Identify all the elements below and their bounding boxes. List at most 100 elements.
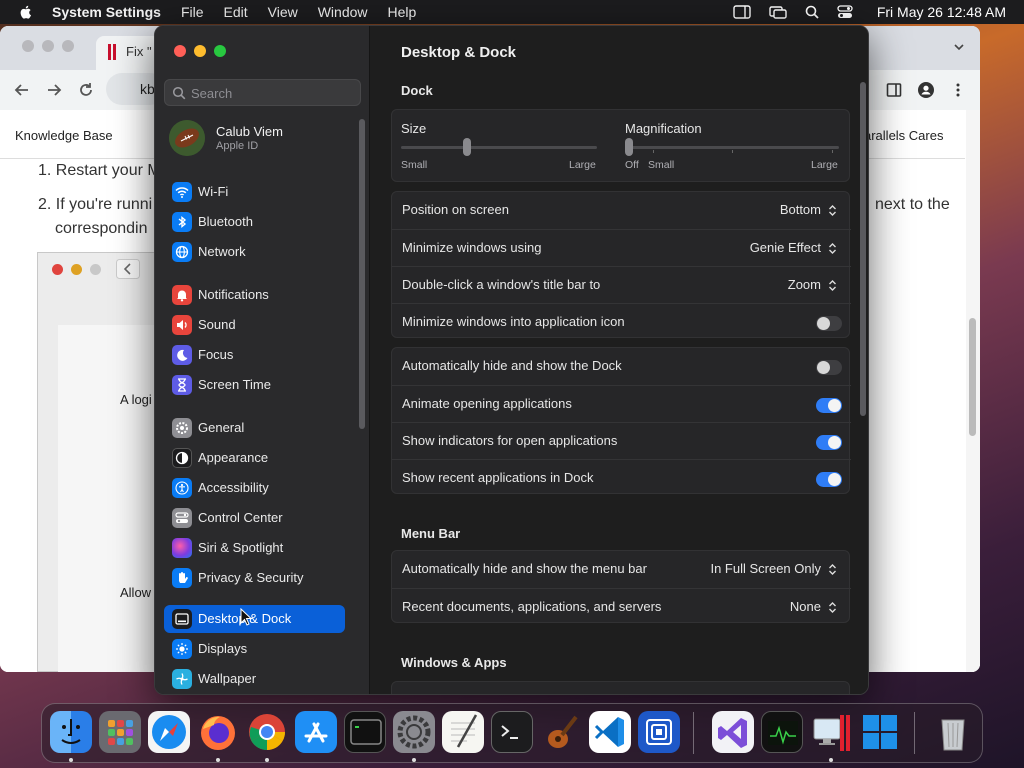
search-field[interactable] <box>164 79 361 106</box>
sidebar-item-notifications[interactable]: Notifications <box>164 281 345 309</box>
show-indicators-row[interactable]: Show indicators for open applications <box>392 422 851 459</box>
show-recent-apps-toggle[interactable] <box>816 472 842 487</box>
trash-icon[interactable] <box>932 711 974 753</box>
position-on-screen-row[interactable]: Position on screen Bottom <box>392 192 851 229</box>
sidebar-item-bluetooth[interactable]: Bluetooth <box>164 208 345 236</box>
minimize-into-app-icon-row[interactable]: Minimize windows into application icon <box>392 303 851 340</box>
sidebar-item-desktop-dock[interactable]: Desktop & Dock <box>164 605 345 633</box>
apple-id-account[interactable]: Calub Viem Apple ID <box>169 120 359 164</box>
search-input[interactable] <box>191 84 351 102</box>
more-menu-icon[interactable] <box>950 82 966 98</box>
sidebar-item-network[interactable]: Network <box>164 238 345 266</box>
sidebar-item-siri-spotlight[interactable]: Siri & Spotlight <box>164 534 345 562</box>
nav-parallels-cares-link[interactable]: arallels Cares <box>864 128 943 143</box>
sidebar-scrollbar[interactable] <box>359 119 365 429</box>
apple-logo-icon[interactable] <box>18 4 34 20</box>
sidebar-item-wifi[interactable]: Wi-Fi <box>164 178 345 206</box>
firefox-app-icon[interactable] <box>197 711 239 753</box>
textedit-app-icon[interactable] <box>442 711 484 753</box>
auto-hide-dock-toggle[interactable] <box>816 360 842 375</box>
sidebar-item-privacy-security[interactable]: Privacy & Security <box>164 564 345 592</box>
windows-app-icon[interactable] <box>859 711 901 753</box>
popup-value[interactable]: Zoom <box>788 277 821 292</box>
safari-app-icon[interactable] <box>148 711 190 753</box>
menu-window[interactable]: Window <box>318 4 368 20</box>
menu-file[interactable]: File <box>181 4 204 20</box>
browser-zoom-button[interactable] <box>62 40 74 52</box>
reload-icon[interactable] <box>78 82 94 98</box>
profile-icon[interactable] <box>918 82 934 98</box>
screen-mirroring-icon[interactable] <box>769 5 787 19</box>
sidebar-item-label: Network <box>198 244 246 259</box>
animate-opening-row[interactable]: Animate opening applications <box>392 385 851 422</box>
sidebar-item-control-center[interactable]: Control Center <box>164 504 345 532</box>
show-recent-apps-row[interactable]: Show recent applications in Dock <box>392 459 851 496</box>
terminal-green-icon[interactable] <box>344 711 386 753</box>
sidebar-item-displays[interactable]: Displays <box>164 635 345 663</box>
toggle-knob <box>817 361 830 374</box>
auto-hide-menu-bar-row[interactable]: Automatically hide and show the menu bar… <box>392 551 851 588</box>
sidebar-item-screen-time[interactable]: Screen Time <box>164 371 345 399</box>
double-click-title-bar-row[interactable]: Double-click a window's title bar to Zoo… <box>392 266 851 303</box>
menu-app-name[interactable]: System Settings <box>52 4 161 20</box>
minimize-effect-row[interactable]: Minimize windows using Genie Effect <box>392 229 851 266</box>
spotlight-icon[interactable] <box>805 5 819 19</box>
popup-value[interactable]: In Full Screen Only <box>710 561 821 576</box>
menu-edit[interactable]: Edit <box>224 4 248 20</box>
sidebar-item-wallpaper[interactable]: Wallpaper <box>164 665 345 693</box>
zoom-button[interactable] <box>214 45 226 57</box>
dock-sliders-group: Size Small Large Magnification Off Small… <box>391 109 850 182</box>
browser-tab[interactable]: Fix " <box>96 36 160 70</box>
sidebar-item-sound[interactable]: Sound <box>164 311 345 339</box>
back-arrow-icon[interactable] <box>14 82 30 98</box>
popup-chevron-icon[interactable] <box>827 241 838 256</box>
content-scrollbar[interactable] <box>860 82 866 416</box>
sidebar-item-general[interactable]: General <box>164 414 345 442</box>
magnification-slider-thumb[interactable] <box>625 138 633 156</box>
side-panel-icon[interactable] <box>886 82 902 98</box>
minimize-into-app-icon-toggle[interactable] <box>816 316 842 331</box>
finder-app-icon[interactable] <box>50 711 92 753</box>
terminal-app-icon[interactable] <box>491 711 533 753</box>
menu-help[interactable]: Help <box>388 4 417 20</box>
garageband-app-icon[interactable] <box>540 711 582 753</box>
chrome-app-icon[interactable] <box>246 711 288 753</box>
sidebar-toggle-icon[interactable] <box>733 5 751 19</box>
recent-documents-row[interactable]: Recent documents, applications, and serv… <box>392 588 851 625</box>
launchpad-app-icon[interactable] <box>99 711 141 753</box>
activity-monitor-app-icon[interactable] <box>761 711 803 753</box>
size-slider-thumb[interactable] <box>463 138 472 156</box>
system-settings-icon[interactable] <box>393 711 435 753</box>
show-indicators-toggle[interactable] <box>816 435 842 450</box>
parallels-desktop-app-icon[interactable] <box>810 711 852 753</box>
menu-clock[interactable]: Fri May 26 12:48 AM <box>877 4 1006 20</box>
control-center-icon[interactable] <box>837 5 853 19</box>
popup-chevron-icon[interactable] <box>827 562 838 577</box>
sidebar-item-appearance[interactable]: Appearance <box>164 444 345 472</box>
nav-knowledge-base-link[interactable]: Knowledge Base <box>15 128 113 143</box>
browser-minimize-button[interactable] <box>42 40 54 52</box>
popup-value[interactable]: Bottom <box>780 202 821 217</box>
popup-chevron-icon[interactable] <box>827 600 838 615</box>
magnification-slider-track[interactable] <box>625 146 839 149</box>
forward-arrow-icon[interactable] <box>46 82 62 98</box>
auto-hide-dock-row[interactable]: Automatically hide and show the Dock <box>392 348 851 385</box>
sidebar-item-focus[interactable]: Focus <box>164 341 345 369</box>
simulator-app-icon[interactable] <box>638 711 680 753</box>
vscode-app-icon[interactable] <box>589 711 631 753</box>
visual-studio-app-icon[interactable] <box>712 711 754 753</box>
browser-close-button[interactable] <box>22 40 34 52</box>
page-scrollbar[interactable] <box>969 318 976 436</box>
popup-chevron-icon[interactable] <box>827 203 838 218</box>
minimize-button[interactable] <box>194 45 206 57</box>
popup-value[interactable]: None <box>790 599 821 614</box>
app-store-icon[interactable] <box>295 711 337 753</box>
menu-view[interactable]: View <box>268 4 298 20</box>
popup-chevron-icon[interactable] <box>827 278 838 293</box>
chevron-down-icon[interactable] <box>954 42 964 52</box>
size-slider-track[interactable] <box>401 146 597 149</box>
popup-value[interactable]: Genie Effect <box>750 240 821 255</box>
close-button[interactable] <box>174 45 186 57</box>
sidebar-item-accessibility[interactable]: Accessibility <box>164 474 345 502</box>
animate-opening-toggle[interactable] <box>816 398 842 413</box>
